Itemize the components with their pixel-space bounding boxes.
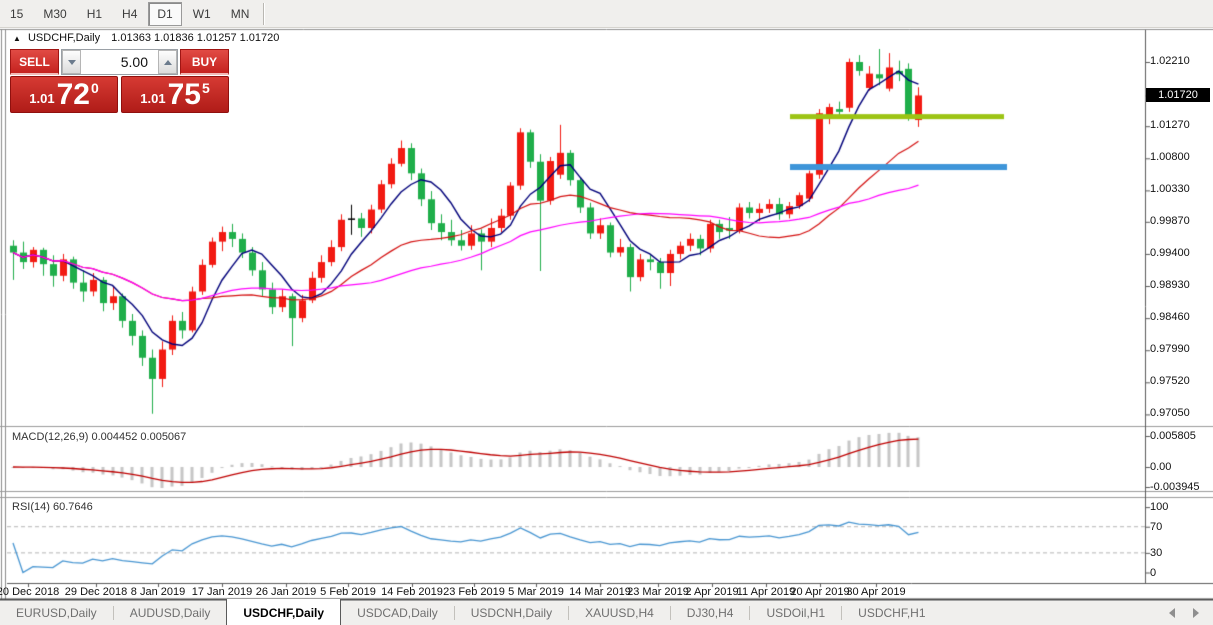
tab-scroll-left-icon[interactable] (1169, 608, 1175, 618)
sell-button[interactable]: SELL (10, 49, 59, 75)
volume-spinner: 5.00 (61, 49, 178, 75)
sell-price-main: 72 (57, 80, 90, 110)
rsi-axis-label: 0 (1150, 567, 1156, 579)
date-axis-label: 14 Feb 2019 (381, 586, 443, 598)
price-axis-label: 1.00800 (1150, 151, 1190, 163)
tab-scroll-arrows (1151, 601, 1213, 625)
date-axis-label: 14 Mar 2019 (569, 586, 631, 598)
date-axis-label: 29 Dec 2018 (65, 586, 127, 598)
rsi-axis-label: 30 (1150, 547, 1162, 559)
date-axis-label: 2 Apr 2019 (685, 586, 738, 598)
timeframe-button-mn[interactable]: MN (222, 2, 259, 26)
price-axis-label: 1.02210 (1150, 55, 1190, 67)
volume-increase-button[interactable] (158, 50, 177, 74)
collapse-arrow-icon[interactable]: ▲ (13, 34, 21, 43)
tab-xauusd-h4[interactable]: XAUUSD,H4 (569, 601, 670, 625)
buy-price-button[interactable]: 1.01755 (121, 76, 229, 113)
chart-title: ▲ USDCHF,Daily 1.01363 1.01836 1.01257 1… (13, 32, 279, 44)
timeframe-button-d1[interactable]: D1 (148, 2, 181, 26)
date-axis-label: 23 Feb 2019 (443, 586, 505, 598)
price-axis-label: 1.00330 (1150, 183, 1190, 195)
date-axis-label: 26 Jan 2019 (256, 586, 317, 598)
macd-axis-label: -0.003945 (1150, 481, 1200, 493)
triangle-up-icon (164, 60, 172, 65)
timeframe-button-m30[interactable]: M30 (34, 2, 75, 26)
timeframe-button-w1[interactable]: W1 (184, 2, 220, 26)
macd-axis-label: 0.00 (1150, 461, 1171, 473)
rsi-indicator-label: RSI(14) 60.7646 (12, 501, 93, 513)
tab-usdcad-daily[interactable]: USDCAD,Daily (341, 601, 454, 625)
tab-usdchf-daily[interactable]: USDCHF,Daily (226, 599, 341, 625)
date-axis-label: 5 Feb 2019 (320, 586, 376, 598)
timeframe-button-h1[interactable]: H1 (78, 2, 111, 26)
tab-audusd-daily[interactable]: AUDUSD,Daily (114, 601, 227, 625)
date-axis-label: 8 Jan 2019 (131, 586, 185, 598)
sell-price-pip: 0 (91, 80, 99, 96)
tab-eurusd-daily[interactable]: EURUSD,Daily (0, 601, 113, 625)
date-axis-label: 23 Mar 2019 (627, 586, 689, 598)
rsi-axis-label: 100 (1150, 501, 1168, 513)
price-axis-label: 0.97990 (1150, 343, 1190, 355)
price-axis-label: 0.99400 (1150, 247, 1190, 259)
sell-price-prefix: 1.01 (29, 91, 54, 106)
tab-usdcnh-daily[interactable]: USDCNH,Daily (455, 601, 568, 625)
timeframe-button-h4[interactable]: H4 (113, 2, 146, 26)
tab-scroll-right-icon[interactable] (1193, 608, 1199, 618)
price-axis-label: 0.97050 (1150, 407, 1190, 419)
macd-axis-label: 0.005805 (1150, 430, 1196, 442)
price-axis-label: 1.01270 (1150, 119, 1190, 131)
volume-decrease-button[interactable] (62, 50, 81, 74)
chart-ohlc-values: 1.01363 1.01836 1.01257 1.01720 (111, 32, 279, 44)
buy-button[interactable]: BUY (180, 49, 229, 75)
date-axis-label: 17 Jan 2019 (192, 586, 253, 598)
one-click-trade-panel: SELL 5.00 BUY 1.01720 1.01755 (10, 49, 229, 113)
tab-usdchf-h1[interactable]: USDCHF,H1 (842, 601, 941, 625)
date-axis-label: 30 Apr 2019 (846, 586, 905, 598)
trading-platform-window: 15M30H1H4D1W1MN ▲ USDCHF,Daily 1.01363 1… (0, 0, 1213, 625)
timeframe-button-15[interactable]: 15 (1, 2, 32, 26)
date-axis-label: 11 Apr 2019 (737, 586, 796, 598)
price-axis-label: 0.97520 (1150, 375, 1190, 387)
toolbar-separator (263, 3, 265, 25)
buy-price-pip: 5 (202, 80, 210, 96)
chart-symbol-label: USDCHF,Daily (28, 32, 100, 44)
sell-price-button[interactable]: 1.01720 (10, 76, 118, 113)
date-axis-label: 20 Dec 2018 (0, 586, 59, 598)
buy-price-prefix: 1.01 (140, 91, 165, 106)
date-axis-label: 20 Apr 2019 (790, 586, 849, 598)
volume-input[interactable]: 5.00 (81, 50, 158, 74)
timeframe-toolbar: 15M30H1H4D1W1MN (0, 0, 1213, 28)
price-axis-label: 0.98460 (1150, 311, 1190, 323)
tab-dj30-h4[interactable]: DJ30,H4 (671, 601, 750, 625)
price-axis-label: 0.98930 (1150, 279, 1190, 291)
symbol-tab-bar: EURUSD,DailyAUDUSD,DailyUSDCHF,DailyUSDC… (0, 601, 1213, 625)
current-price-badge: 1.01720 (1146, 88, 1210, 102)
tab-usdoil-h1[interactable]: USDOil,H1 (750, 601, 841, 625)
price-axis-label: 0.99870 (1150, 215, 1190, 227)
date-axis-label: 5 Mar 2019 (508, 586, 564, 598)
buy-price-main: 75 (168, 80, 201, 110)
macd-indicator-label: MACD(12,26,9) 0.004452 0.005067 (12, 431, 186, 443)
rsi-axis-label: 70 (1150, 521, 1162, 533)
triangle-down-icon (68, 60, 76, 65)
